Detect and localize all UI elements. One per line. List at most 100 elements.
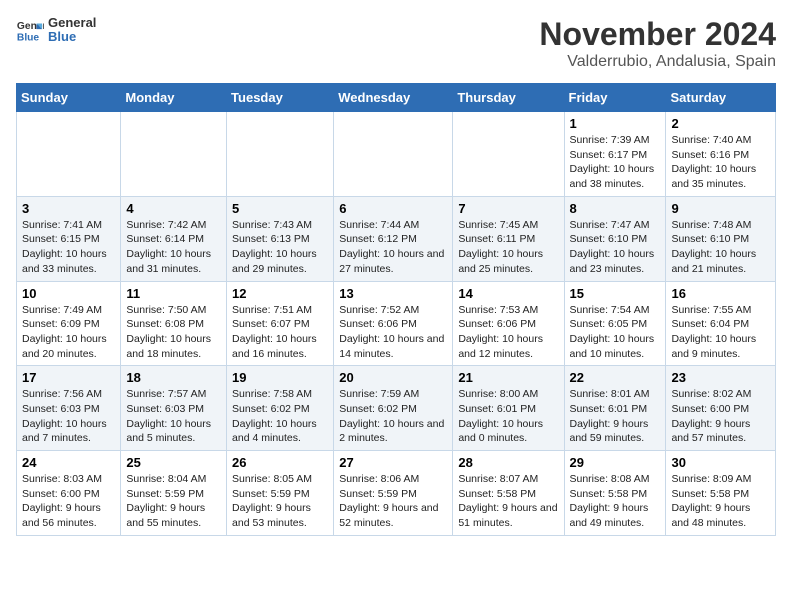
day-info: Sunrise: 8:00 AMSunset: 6:01 PMDaylight:… <box>458 387 558 446</box>
calendar-cell: 9 Sunrise: 7:48 AMSunset: 6:10 PMDaylight… <box>666 196 776 281</box>
day-number: 17 <box>22 370 115 385</box>
calendar-cell <box>453 112 564 197</box>
day-info: Sunrise: 7:42 AMSunset: 6:14 PMDaylight:… <box>126 218 221 277</box>
calendar-cell <box>17 112 121 197</box>
calendar-cell: 21Sunrise: 8:00 AMSunset: 6:01 PMDayligh… <box>453 366 564 451</box>
day-info: Sunrise: 8:07 AMSunset: 5:58 PMDaylight:… <box>458 472 558 531</box>
day-number: 9 <box>671 201 770 216</box>
day-number: 12 <box>232 286 328 301</box>
day-info: Sunrise: 7:56 AMSunset: 6:03 PMDaylight:… <box>22 387 115 446</box>
calendar-cell: 12 Sunrise: 7:51 AMSunset: 6:07 PMDayligh… <box>227 281 334 366</box>
calendar-cell: 7 Sunrise: 7:45 AMSunset: 6:11 PMDaylight… <box>453 196 564 281</box>
day-info: Sunrise: 8:03 AMSunset: 6:00 PMDaylight:… <box>22 472 115 531</box>
day-info: Sunrise: 7:44 AMSunset: 6:12 PMDaylight:… <box>339 218 447 277</box>
calendar-cell: 1Sunrise: 7:39 AMSunset: 6:17 PMDaylight… <box>564 112 666 197</box>
calendar-header-row: Sunday Monday Tuesday Wednesday Thursday… <box>17 84 776 112</box>
calendar-cell: 17 Sunrise: 7:56 AMSunset: 6:03 PMDayligh… <box>17 366 121 451</box>
day-info: Sunrise: 7:40 AMSunset: 6:16 PMDaylight:… <box>671 133 770 192</box>
day-number: 7 <box>458 201 558 216</box>
calendar-cell: 20 Sunrise: 7:59 AMSunset: 6:02 PMDayligh… <box>334 366 453 451</box>
day-info: Sunrise: 7:50 AMSunset: 6:08 PMDaylight:… <box>126 303 221 362</box>
calendar-cell: 27 Sunrise: 8:06 AMSunset: 5:59 PMDayligh… <box>334 451 453 536</box>
header-wednesday: Wednesday <box>334 84 453 112</box>
calendar-cell: 2 Sunrise: 7:40 AMSunset: 6:16 PMDaylight… <box>666 112 776 197</box>
calendar-cell: 3 Sunrise: 7:41 AMSunset: 6:15 PMDaylight… <box>17 196 121 281</box>
calendar-cell: 4 Sunrise: 7:42 AMSunset: 6:14 PMDaylight… <box>121 196 227 281</box>
day-number: 13 <box>339 286 447 301</box>
day-info: Sunrise: 7:52 AMSunset: 6:06 PMDaylight:… <box>339 303 447 362</box>
day-number: 1 <box>570 116 661 131</box>
day-info: Sunrise: 7:55 AMSunset: 6:04 PMDaylight:… <box>671 303 770 362</box>
title-block: November 2024 Valderrubio, Andalusia, Sp… <box>539 16 776 71</box>
day-info: Sunrise: 7:58 AMSunset: 6:02 PMDaylight:… <box>232 387 328 446</box>
calendar-cell: 8 Sunrise: 7:47 AMSunset: 6:10 PMDaylight… <box>564 196 666 281</box>
day-number: 29 <box>570 455 661 470</box>
day-number: 15 <box>570 286 661 301</box>
day-info: Sunrise: 7:48 AMSunset: 6:10 PMDaylight:… <box>671 218 770 277</box>
calendar-cell <box>227 112 334 197</box>
calendar-subtitle: Valderrubio, Andalusia, Spain <box>539 53 776 71</box>
day-number: 24 <box>22 455 115 470</box>
calendar-cell: 19Sunrise: 7:58 AMSunset: 6:02 PMDayligh… <box>227 366 334 451</box>
svg-text:Blue: Blue <box>17 33 40 44</box>
calendar-week-row: 17 Sunrise: 7:56 AMSunset: 6:03 PMDayligh… <box>17 366 776 451</box>
day-info: Sunrise: 7:57 AMSunset: 6:03 PMDaylight:… <box>126 387 221 446</box>
day-number: 10 <box>22 286 115 301</box>
calendar-cell: 24 Sunrise: 8:03 AMSunset: 6:00 PMDayligh… <box>17 451 121 536</box>
calendar-cell: 26Sunrise: 8:05 AMSunset: 5:59 PMDayligh… <box>227 451 334 536</box>
calendar-title: November 2024 <box>539 16 776 53</box>
day-number: 26 <box>232 455 328 470</box>
header-thursday: Thursday <box>453 84 564 112</box>
day-info: Sunrise: 7:59 AMSunset: 6:02 PMDaylight:… <box>339 387 447 446</box>
day-number: 18 <box>126 370 221 385</box>
calendar-week-row: 3 Sunrise: 7:41 AMSunset: 6:15 PMDaylight… <box>17 196 776 281</box>
calendar-week-row: 24 Sunrise: 8:03 AMSunset: 6:00 PMDayligh… <box>17 451 776 536</box>
calendar-cell: 29 Sunrise: 8:08 AMSunset: 5:58 PMDayligh… <box>564 451 666 536</box>
calendar-cell: 22Sunrise: 8:01 AMSunset: 6:01 PMDayligh… <box>564 366 666 451</box>
day-number: 5 <box>232 201 328 216</box>
day-number: 23 <box>671 370 770 385</box>
calendar-cell: 5 Sunrise: 7:43 AMSunset: 6:13 PMDaylight… <box>227 196 334 281</box>
day-number: 27 <box>339 455 447 470</box>
day-number: 2 <box>671 116 770 131</box>
page-header: General Blue General Blue November 2024 … <box>16 16 776 71</box>
calendar-cell <box>334 112 453 197</box>
day-info: Sunrise: 7:51 AMSunset: 6:07 PMDaylight:… <box>232 303 328 362</box>
header-sunday: Sunday <box>17 84 121 112</box>
day-number: 20 <box>339 370 447 385</box>
day-number: 3 <box>22 201 115 216</box>
day-number: 4 <box>126 201 221 216</box>
day-info: Sunrise: 8:06 AMSunset: 5:59 PMDaylight:… <box>339 472 447 531</box>
logo-text-blue: Blue <box>48 30 96 44</box>
day-info: Sunrise: 7:47 AMSunset: 6:10 PMDaylight:… <box>570 218 661 277</box>
day-info: Sunrise: 8:08 AMSunset: 5:58 PMDaylight:… <box>570 472 661 531</box>
calendar-cell: 14Sunrise: 7:53 AMSunset: 6:06 PMDayligh… <box>453 281 564 366</box>
day-number: 14 <box>458 286 558 301</box>
calendar-cell: 30Sunrise: 8:09 AMSunset: 5:58 PMDayligh… <box>666 451 776 536</box>
header-friday: Friday <box>564 84 666 112</box>
header-monday: Monday <box>121 84 227 112</box>
logo-icon: General Blue <box>16 16 44 44</box>
day-info: Sunrise: 7:43 AMSunset: 6:13 PMDaylight:… <box>232 218 328 277</box>
calendar-cell: 16Sunrise: 7:55 AMSunset: 6:04 PMDayligh… <box>666 281 776 366</box>
calendar-cell: 28 Sunrise: 8:07 AMSunset: 5:58 PMDayligh… <box>453 451 564 536</box>
calendar-cell <box>121 112 227 197</box>
header-tuesday: Tuesday <box>227 84 334 112</box>
day-info: Sunrise: 8:02 AMSunset: 6:00 PMDaylight:… <box>671 387 770 446</box>
calendar-cell: 18 Sunrise: 7:57 AMSunset: 6:03 PMDayligh… <box>121 366 227 451</box>
day-number: 25 <box>126 455 221 470</box>
day-number: 30 <box>671 455 770 470</box>
day-number: 11 <box>126 286 221 301</box>
day-number: 22 <box>570 370 661 385</box>
calendar-week-row: 10Sunrise: 7:49 AMSunset: 6:09 PMDayligh… <box>17 281 776 366</box>
day-number: 8 <box>570 201 661 216</box>
calendar-table: Sunday Monday Tuesday Wednesday Thursday… <box>16 83 776 536</box>
calendar-cell: 23 Sunrise: 8:02 AMSunset: 6:00 PMDayligh… <box>666 366 776 451</box>
day-number: 6 <box>339 201 447 216</box>
calendar-cell: 6 Sunrise: 7:44 AMSunset: 6:12 PMDaylight… <box>334 196 453 281</box>
day-info: Sunrise: 7:45 AMSunset: 6:11 PMDaylight:… <box>458 218 558 277</box>
calendar-cell: 25Sunrise: 8:04 AMSunset: 5:59 PMDayligh… <box>121 451 227 536</box>
day-info: Sunrise: 7:41 AMSunset: 6:15 PMDaylight:… <box>22 218 115 277</box>
day-number: 28 <box>458 455 558 470</box>
logo-text-general: General <box>48 16 96 30</box>
